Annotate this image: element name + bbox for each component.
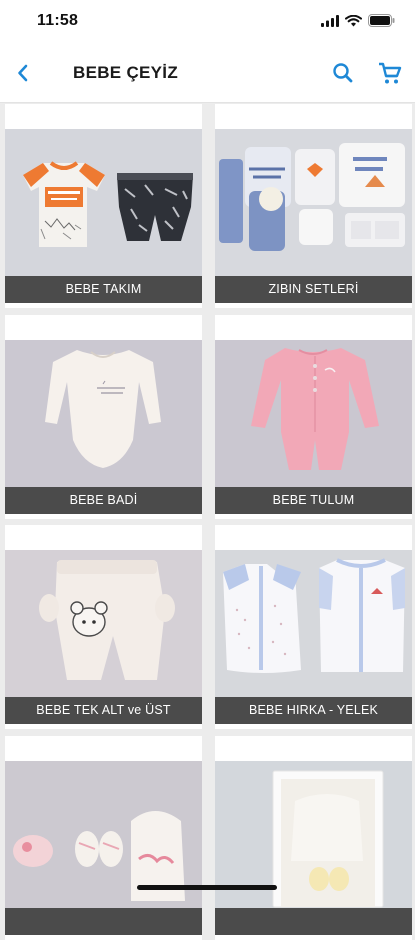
app-header: BEBE ÇEYİZ xyxy=(0,44,415,103)
category-label: ZIBIN SETLERİ xyxy=(215,276,412,303)
status-icons xyxy=(321,14,395,27)
category-label xyxy=(215,908,412,935)
category-card-8[interactable] xyxy=(215,736,412,940)
category-label: BEBE TAKIM xyxy=(5,276,202,303)
category-card-7[interactable] xyxy=(5,736,202,940)
category-label: BEBE TULUM xyxy=(215,487,412,514)
category-label: BEBE BADİ xyxy=(5,487,202,514)
page-title: BEBE ÇEYİZ xyxy=(73,63,179,82)
category-image xyxy=(215,340,412,488)
signal-icon xyxy=(321,14,339,27)
category-label: BEBE HIRKA - YELEK xyxy=(215,697,412,724)
category-card-bebe-tulum[interactable]: BEBE TULUM xyxy=(215,315,412,519)
home-indicator[interactable] xyxy=(137,885,277,890)
category-label xyxy=(5,908,202,935)
category-image xyxy=(5,550,202,698)
category-label: BEBE TEK ALT ve ÜST xyxy=(5,697,202,724)
category-card-bebe-badi[interactable]: BEBE BADİ xyxy=(5,315,202,519)
category-card-bebe-hirka-yelek[interactable]: BEBE HIRKA - YELEK xyxy=(215,525,412,729)
back-icon[interactable] xyxy=(10,59,38,87)
category-image xyxy=(215,129,412,277)
category-card-bebe-tek-alt-ust[interactable]: BEBE TEK ALT ve ÜST xyxy=(5,525,202,729)
battery-icon xyxy=(368,14,395,27)
category-image xyxy=(5,340,202,488)
category-card-bebe-takim[interactable]: BEBE TAKIM xyxy=(5,104,202,308)
category-image xyxy=(5,129,202,277)
cart-icon[interactable] xyxy=(376,59,404,87)
search-icon[interactable] xyxy=(329,59,357,87)
category-image xyxy=(215,550,412,698)
status-time: 11:58 xyxy=(37,12,79,29)
wifi-icon xyxy=(345,14,362,26)
category-card-zibin-setleri[interactable]: ZIBIN SETLERİ xyxy=(215,104,412,308)
status-bar: 11:58 xyxy=(0,0,415,44)
